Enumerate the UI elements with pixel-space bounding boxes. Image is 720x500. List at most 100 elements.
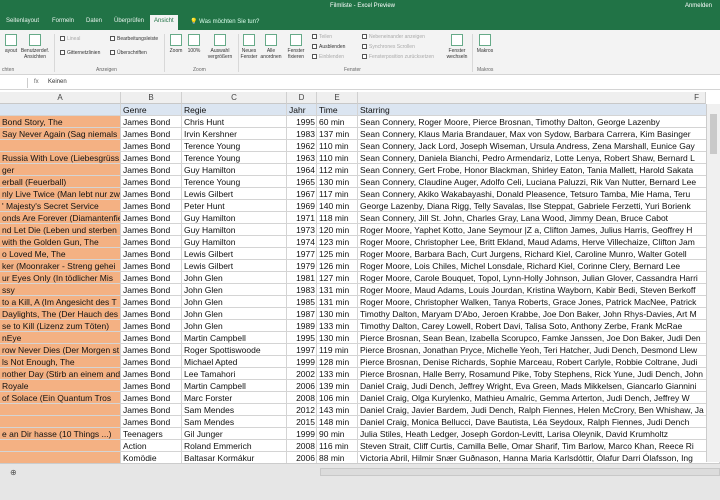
- column-header-c[interactable]: C: [182, 92, 287, 104]
- arrange-all-button[interactable]: Alle anordnen: [260, 34, 282, 60]
- table-cell[interactable]: 2012: [287, 404, 317, 416]
- custom-views-button[interactable]: Benutzerdef. Ansichten: [20, 34, 50, 60]
- table-cell[interactable]: 112 min: [317, 164, 358, 176]
- table-cell[interactable]: Guy Hamilton: [182, 236, 287, 248]
- table-cell[interactable]: James Bond: [121, 260, 182, 272]
- table-cell[interactable]: James Bond: [121, 236, 182, 248]
- table-cell[interactable]: James Bond: [121, 152, 182, 164]
- table-cell[interactable]: row Never Dies (Der Morgen st: [0, 344, 121, 356]
- table-cell[interactable]: Terence Young: [182, 152, 287, 164]
- table-cell[interactable]: 130 min: [317, 176, 358, 188]
- hide-button[interactable]: Ausblenden: [312, 44, 345, 50]
- table-cell[interactable]: Terence Young: [182, 140, 287, 152]
- table-cell[interactable]: Guy Hamilton: [182, 164, 287, 176]
- table-cell[interactable]: John Glen: [182, 284, 287, 296]
- table-cell[interactable]: 1964: [287, 164, 317, 176]
- table-cell[interactable]: Roger Spottiswoode: [182, 344, 287, 356]
- table-cell[interactable]: Terence Young: [182, 176, 287, 188]
- table-cell[interactable]: Teenagers: [121, 428, 182, 440]
- table-cell[interactable]: 127 min: [317, 272, 358, 284]
- table-cell[interactable]: 143 min: [317, 404, 358, 416]
- table-cell[interactable]: of Solace (Ein Quantum Tros: [0, 392, 121, 404]
- table-cell[interactable]: James Bond: [121, 380, 182, 392]
- table-cell[interactable]: Roger Moore, Lois Chiles, Michel Lonsdal…: [358, 260, 720, 272]
- table-cell[interactable]: 128 min: [317, 356, 358, 368]
- table-cell[interactable]: Sean Connery, Roger Moore, Pierce Brosna…: [358, 116, 720, 128]
- table-cell[interactable]: 1995: [287, 332, 317, 344]
- table-cell[interactable]: e an Dir hasse (10 Things ...): [0, 428, 121, 440]
- table-cell[interactable]: Chris Hunt: [182, 116, 287, 128]
- table-cell[interactable]: Sean Connery, Klaus Maria Brandauer, Max…: [358, 128, 720, 140]
- unhide-button[interactable]: Einblenden: [312, 54, 344, 60]
- table-cell[interactable]: Timothy Dalton, Carey Lowell, Robert Dav…: [358, 320, 720, 332]
- tab-daten[interactable]: Daten: [86, 18, 102, 24]
- table-cell[interactable]: [0, 416, 121, 428]
- table-cell[interactable]: Sean Connery, Gert Frobe, Honor Blackman…: [358, 164, 720, 176]
- table-cell[interactable]: 110 min: [317, 140, 358, 152]
- table-cell[interactable]: Lewis Gilbert: [182, 260, 287, 272]
- table-cell[interactable]: James Bond: [121, 116, 182, 128]
- headings-checkbox[interactable]: Überschriften: [110, 50, 147, 56]
- table-cell[interactable]: Daniel Craig, Monica Bellucci, Dave Baut…: [358, 416, 720, 428]
- table-cell[interactable]: 117 min: [317, 188, 358, 200]
- sheet-nav-icon[interactable]: ⊕: [10, 468, 17, 477]
- table-cell[interactable]: Sam Mendes: [182, 416, 287, 428]
- table-cell[interactable]: se to Kill (Lizenz zum Töten): [0, 320, 121, 332]
- table-cell[interactable]: [0, 140, 121, 152]
- table-cell[interactable]: Roger Moore, Carole Bouquet, Topol, Lynn…: [358, 272, 720, 284]
- table-cell[interactable]: Sean Connery, Jill St. John, Charles Gra…: [358, 212, 720, 224]
- switch-windows-button[interactable]: Fenster wechseln: [444, 34, 470, 60]
- zoom-button[interactable]: Zoom: [168, 34, 184, 54]
- table-cell[interactable]: James Bond: [121, 212, 182, 224]
- scroll-thumb[interactable]: [710, 114, 717, 154]
- table-cell[interactable]: o Loved Me, The: [0, 248, 121, 260]
- column-header-b[interactable]: B: [121, 92, 182, 104]
- column-header-e[interactable]: E: [317, 92, 358, 104]
- table-cell[interactable]: 1963: [287, 152, 317, 164]
- header-cell[interactable]: [0, 104, 121, 116]
- table-cell[interactable]: Sean Connery, Akiko Wakabayashi, Donald …: [358, 188, 720, 200]
- table-cell[interactable]: Daniel Craig, Judi Dench, Jeffrey Wright…: [358, 380, 720, 392]
- signin-link[interactable]: Anmelden: [685, 3, 712, 9]
- table-cell[interactable]: James Bond: [121, 392, 182, 404]
- table-cell[interactable]: Royale: [0, 380, 121, 392]
- table-cell[interactable]: Pierce Brosnan, Denise Richards, Sophie …: [358, 356, 720, 368]
- horizontal-scrollbar[interactable]: [320, 468, 720, 476]
- table-cell[interactable]: Say Never Again (Sag niemals: [0, 128, 121, 140]
- table-cell[interactable]: ger: [0, 164, 121, 176]
- table-cell[interactable]: 133 min: [317, 368, 358, 380]
- table-cell[interactable]: 60 min: [317, 116, 358, 128]
- table-cell[interactable]: Sam Mendes: [182, 404, 287, 416]
- vertical-scrollbar[interactable]: [706, 104, 720, 462]
- tell-me-search[interactable]: 💡 Was möchten Sie tun?: [190, 18, 259, 25]
- header-cell[interactable]: Regie: [182, 104, 287, 116]
- table-cell[interactable]: 1983: [287, 128, 317, 140]
- table-cell[interactable]: with the Golden Gun, The: [0, 236, 121, 248]
- header-cell[interactable]: Starring: [358, 104, 720, 116]
- table-cell[interactable]: Sean Connery, Claudine Auger, Adolfo Cel…: [358, 176, 720, 188]
- table-cell[interactable]: Irvin Kershner: [182, 128, 287, 140]
- table-cell[interactable]: 1999: [287, 356, 317, 368]
- table-cell[interactable]: Marc Forster: [182, 392, 287, 404]
- table-cell[interactable]: James Bond: [121, 248, 182, 260]
- tab-formeln[interactable]: Formeln: [52, 18, 74, 24]
- table-cell[interactable]: Sean Connery, Daniela Bianchi, Pedro Arm…: [358, 152, 720, 164]
- table-cell[interactable]: Sean Connery, Jack Lord, Joseph Wiseman,…: [358, 140, 720, 152]
- table-cell[interactable]: John Glen: [182, 308, 287, 320]
- tab-ansicht[interactable]: Ansicht: [150, 15, 178, 30]
- reset-window-position-button[interactable]: Fensterposition zurücksetzen: [362, 54, 434, 60]
- table-cell[interactable]: Lee Tamahori: [182, 368, 287, 380]
- table-cell[interactable]: Michael Apted: [182, 356, 287, 368]
- table-cell[interactable]: Roger Moore, Barbara Bach, Curt Jurgens,…: [358, 248, 720, 260]
- table-cell[interactable]: 2008: [287, 440, 317, 452]
- table-cell[interactable]: John Glen: [182, 272, 287, 284]
- table-cell[interactable]: ssy: [0, 284, 121, 296]
- table-cell[interactable]: Lewis Gilbert: [182, 188, 287, 200]
- table-cell[interactable]: 137 min: [317, 128, 358, 140]
- table-cell[interactable]: Roger Moore, Yaphet Kotto, Jane Seymour …: [358, 224, 720, 236]
- table-cell[interactable]: James Bond: [121, 296, 182, 308]
- table-cell[interactable]: James Bond: [121, 368, 182, 380]
- freeze-panes-button[interactable]: Fenster fixieren: [284, 34, 308, 60]
- sync-scroll-button[interactable]: Synchrones Scrollen: [362, 44, 415, 50]
- table-cell[interactable]: James Bond: [121, 356, 182, 368]
